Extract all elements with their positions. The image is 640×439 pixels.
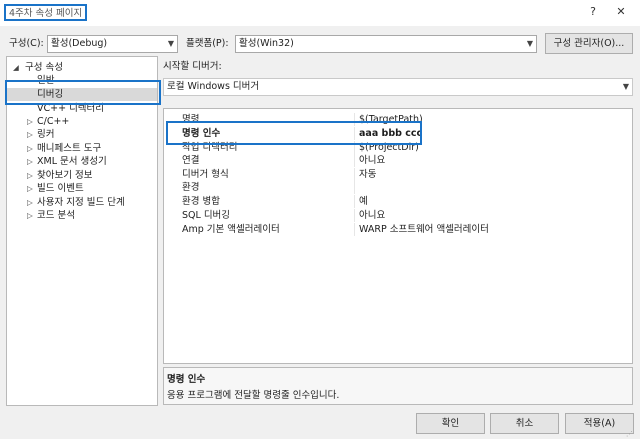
config-value: 활성(Debug) [51,38,108,49]
tree-item-xml-doc-generator[interactable]: ▷ XML 문서 생성기 [7,155,157,168]
help-icon[interactable]: ? [584,4,602,20]
expand-icon[interactable]: ◢ [13,61,19,74]
property-value[interactable]: 아니요 [359,209,385,222]
tree-item-code-analysis[interactable]: ▷ 코드 분석 [7,209,157,222]
property-name: 디버거 형식 [182,169,229,180]
tree-item-label: 찾아보기 정보 [37,170,93,181]
column-divider [354,154,355,167]
chevron-down-icon: ▼ [167,39,174,48]
debugger-select[interactable]: 로컬 Windows 디버거 ▼ [163,78,633,96]
tree-item-custom-build-step[interactable]: ▷ 사용자 지정 빌드 단계 [7,196,157,209]
property-grid: 명령 $(TargetPath) 명령 인수 aaa bbb ccc 작업 디렉… [163,108,633,364]
property-row[interactable]: SQL 디버깅 아니요 [164,209,632,222]
column-divider [354,181,355,194]
column-divider [354,209,355,222]
property-name: 환경 병합 [182,196,220,207]
chevron-down-icon: ▼ [526,39,533,48]
tree-item-browse-info[interactable]: ▷ 찾아보기 정보 [7,169,157,182]
property-row[interactable]: 환경 [164,181,632,194]
property-row[interactable]: 디버거 형식 자동 [164,168,632,181]
tree-item-cpp[interactable]: ▷ C/C++ [7,115,157,128]
tree-item-label: 코드 분석 [37,210,75,221]
property-name: Amp 기본 액셀러레이터 [182,224,280,235]
tree-item-build-events[interactable]: ▷ 빌드 이벤트 [7,182,157,195]
expand-icon[interactable]: ▷ [27,115,33,128]
description-pane: 명령 인수 응용 프로그램에 전달할 명령줄 인수입니다. [163,367,633,405]
resize-grip-icon[interactable]: ⋰ [626,430,633,438]
expand-icon[interactable]: ▷ [27,128,33,141]
expand-icon[interactable]: ▷ [27,209,33,222]
platform-select[interactable]: 활성(Win32) ▼ [235,35,537,53]
ok-button[interactable]: 확인 [416,413,485,434]
property-row[interactable]: 환경 병합 예 [164,195,632,208]
debugger-value: 로컬 Windows 디버거 [167,81,260,92]
column-divider [354,223,355,236]
tree-item-label: 구성 속성 [25,62,63,73]
tree-item-linker[interactable]: ▷ 링커 [7,128,157,141]
config-manager-button[interactable]: 구성 관리자(O)... [545,33,633,54]
expand-icon[interactable]: ▷ [27,182,33,195]
property-value[interactable]: WARP 소프트웨어 액셀러레이터 [359,223,489,236]
command-args-highlight-box [166,121,422,145]
column-divider [354,195,355,208]
tree-item-label: XML 문서 생성기 [37,156,107,167]
config-select[interactable]: 활성(Debug) ▼ [47,35,178,53]
tree-item-label: 매니페스트 도구 [37,143,102,154]
tree-item-label: 링커 [37,129,55,140]
tree-item-config-props[interactable]: ◢ 구성 속성 [7,61,157,74]
expand-icon[interactable]: ▷ [27,169,33,182]
tree-item-label: 사용자 지정 빌드 단계 [37,197,125,208]
cancel-button[interactable]: 취소 [490,413,559,434]
tree-item-label: C/C++ [37,116,70,127]
expand-icon[interactable]: ▷ [27,155,33,168]
column-divider [354,168,355,181]
property-row[interactable]: 연결 아니요 [164,154,632,167]
platform-label: 플랫폼(P): [186,38,229,49]
config-label: 구성(C): [9,38,44,49]
expand-icon[interactable]: ▷ [27,142,33,155]
property-name: 연결 [182,155,200,166]
property-name: 환경 [182,182,200,193]
description-title: 명령 인수 [167,374,206,385]
description-text: 응용 프로그램에 전달할 명령줄 인수입니다. [167,390,340,401]
property-value[interactable]: 아니요 [359,154,385,167]
tree-item-label: 빌드 이벤트 [37,183,84,194]
property-value[interactable]: 예 [359,195,368,208]
property-tree: ◢ 구성 속성 일반 디버깅 VC++ 디렉터리 ▷ C/C++ ▷ 링커 ▷ … [6,56,158,406]
property-value[interactable]: 자동 [359,168,376,181]
debugger-label: 시작할 디버거: [163,61,222,72]
property-row[interactable]: Amp 기본 액셀러레이터 WARP 소프트웨어 액셀러레이터 [164,223,632,236]
apply-button[interactable]: 적용(A) [565,413,634,434]
property-name: SQL 디버깅 [182,210,231,221]
window-title: 4주차 속성 페이지 [4,4,88,21]
chevron-down-icon: ▼ [622,82,629,91]
expand-icon[interactable]: ▷ [27,196,33,209]
close-icon[interactable]: ✕ [612,4,630,20]
debugging-highlight-box [5,80,161,105]
tree-item-manifest-tool[interactable]: ▷ 매니페스트 도구 [7,142,157,155]
platform-value: 활성(Win32) [239,38,294,49]
title-bar: 4주차 속성 페이지 ? ✕ [0,0,640,26]
